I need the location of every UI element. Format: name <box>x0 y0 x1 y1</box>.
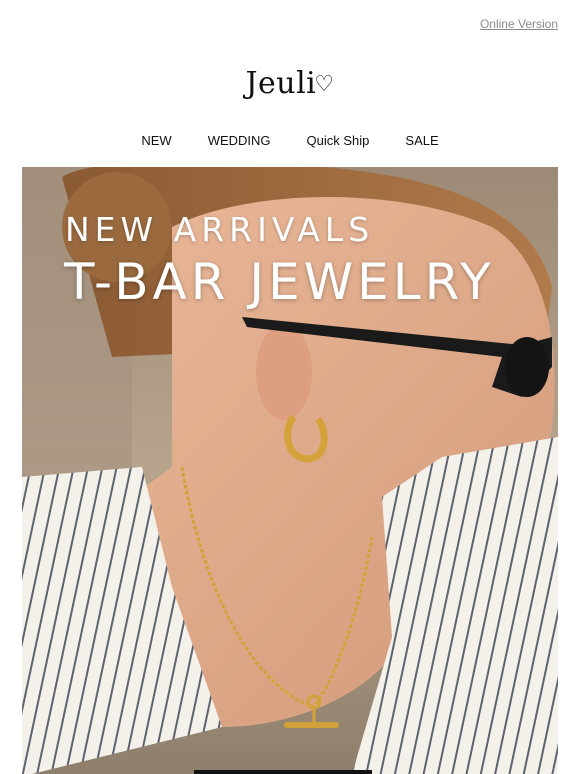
main-nav: NEW WEDDING Quick Ship SALE <box>0 133 580 148</box>
nav-item-quick-ship[interactable]: Quick Ship <box>307 133 370 148</box>
email-page: Online Version Jeuli♡ NEW WEDDING Quick … <box>0 0 580 774</box>
hero-subtitle: NEW ARRIVALS <box>65 210 375 249</box>
hero-cta-button-edge[interactable] <box>194 770 372 774</box>
hero-title: T-BAR JEWELRY <box>64 253 495 311</box>
heart-logo-icon: ♡ <box>314 72 335 97</box>
online-version-link[interactable]: Online Version <box>480 17 558 31</box>
nav-item-sale[interactable]: SALE <box>405 133 438 148</box>
nav-item-wedding[interactable]: WEDDING <box>208 133 271 148</box>
logo-text: Jeuli <box>245 66 317 101</box>
nav-item-new[interactable]: NEW <box>141 133 171 148</box>
brand-logo[interactable]: Jeuli♡ <box>0 66 580 101</box>
hero-banner[interactable]: NEW ARRIVALS T-BAR JEWELRY <box>22 167 558 774</box>
